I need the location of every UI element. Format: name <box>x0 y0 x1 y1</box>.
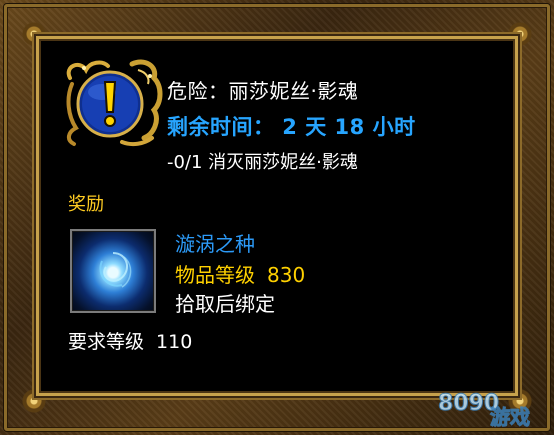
requirement-label: 要求等级 <box>68 331 145 353</box>
quest-time-left: 剩余时间： 2 天 18 小时 <box>167 115 416 139</box>
tooltip-content: 危险：丽莎妮丝·影魂 剩余时间： 2 天 18 小时 -0/1 消灭丽莎妮丝·影… <box>0 0 554 435</box>
site-watermark-logo: 8090 游戏 <box>438 391 531 430</box>
item-level: 物品等级 830 <box>175 259 305 288</box>
item-bind-type: 拾取后绑定 <box>175 292 275 316</box>
requirement-value: 110 <box>156 331 193 353</box>
rewards-label: 奖励 <box>68 194 104 215</box>
exclamation-icon <box>66 59 163 147</box>
swirling-seed-icon[interactable] <box>70 229 156 313</box>
level-requirement: 要求等级 110 <box>68 327 192 354</box>
item-level-label: 物品等级 <box>175 263 255 287</box>
svg-text:游戏: 游戏 <box>490 405 530 429</box>
item-name[interactable]: 漩涡之种 <box>175 228 255 257</box>
quest-objective: -0/1 消灭丽莎妮丝·影魂 <box>167 152 358 173</box>
item-glow <box>99 252 132 288</box>
quest-title: 危险：丽莎妮丝·影魂 <box>167 79 359 103</box>
item-level-value: 830 <box>267 263 306 287</box>
